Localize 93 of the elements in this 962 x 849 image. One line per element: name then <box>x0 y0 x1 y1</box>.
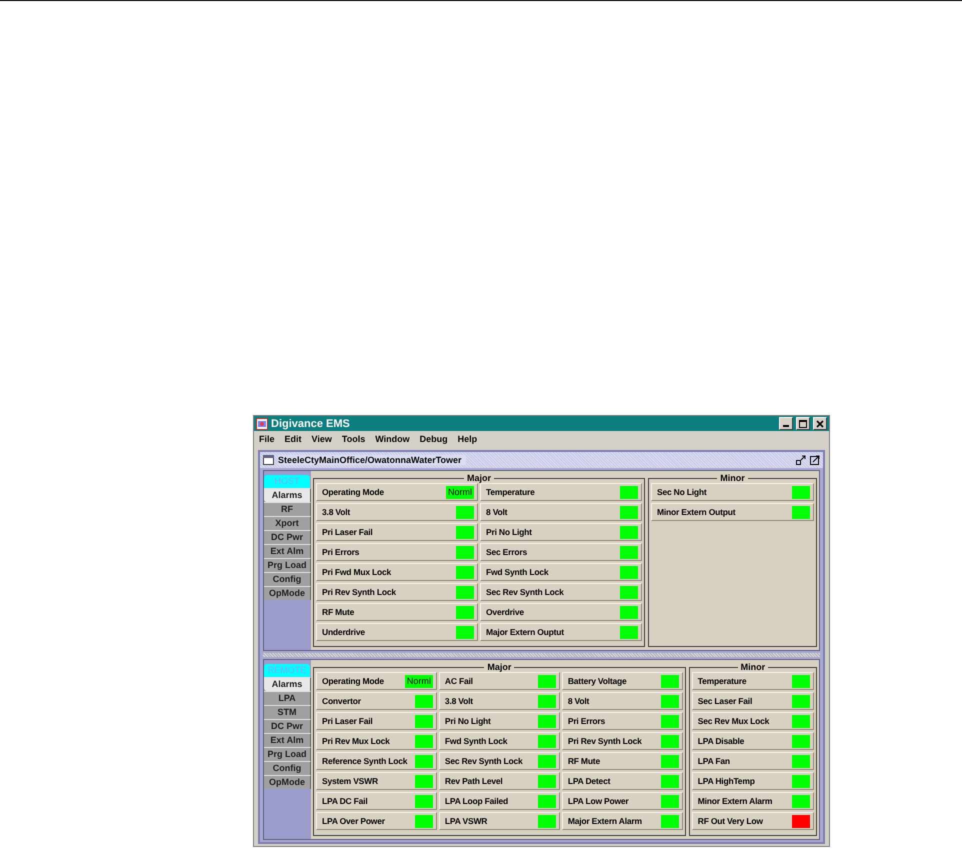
alarm-label: 3.8 Volt <box>322 507 352 517</box>
alarm-label: 3.8 Volt <box>444 696 474 706</box>
side-tab[interactable]: Alarms <box>264 677 311 691</box>
alarm-label: Sec Rev Synth Lock <box>486 587 565 597</box>
frame-icon <box>263 455 274 465</box>
alarm-label: Battery Voltage <box>568 676 628 686</box>
group-title: Minor <box>740 662 766 672</box>
alarm-label: LPA HighTemp <box>698 776 756 786</box>
alarm-label: LPA Detect <box>568 776 612 786</box>
restore-icon[interactable] <box>796 455 806 465</box>
alarm-label: Minor Extern Output <box>657 507 736 517</box>
side-tab[interactable]: OpMode <box>264 775 311 789</box>
alarm-label: 8 Volt <box>486 507 508 517</box>
alarm-label: Pri Rev Synth Lock <box>568 736 643 746</box>
alarm-label: Sec Rev Mux Lock <box>698 716 770 726</box>
alarm-label: Pri Errors <box>568 716 606 726</box>
side-tab[interactable]: Ext Alm <box>264 544 311 558</box>
window-title: Digivance EMS <box>271 418 351 430</box>
minimize-icon <box>783 425 789 427</box>
alarm-label: Pri Laser Fail <box>322 527 374 537</box>
group-title: Major <box>466 473 492 483</box>
alarm-label: Pri Laser Fail <box>322 716 374 726</box>
side-tab[interactable]: Prg Load <box>264 747 311 761</box>
unit-header: HOST <box>264 475 310 488</box>
app-icon <box>256 418 268 430</box>
alarm-label: LPA Disable <box>698 736 746 746</box>
alarm-label: LPA Over Power <box>322 816 386 826</box>
alarm-label: Sec Laser Fail <box>698 696 754 706</box>
alarm-label: Temperature <box>698 676 748 686</box>
side-tab[interactable]: Config <box>264 761 311 775</box>
alarm-label: Major Extern Alarm <box>568 816 643 826</box>
side-tab[interactable]: Alarms <box>264 488 311 502</box>
alarm-label: LPA Low Power <box>568 796 630 806</box>
alarm-label: LPA DC Fail <box>322 796 368 806</box>
alarm-label: Pri No Light <box>486 527 533 537</box>
group-title: Minor <box>719 473 746 483</box>
unit-header: REMOTE <box>264 664 310 677</box>
alarm-label: Sec Errors <box>486 547 528 557</box>
alarm-label: System VSWR <box>322 776 379 786</box>
menu-item[interactable]: Edit <box>284 434 302 444</box>
alarm-label: Reference Synth Lock <box>322 756 408 766</box>
close-button[interactable] <box>813 417 827 430</box>
alarm-label: Rev Path Level <box>444 776 504 786</box>
alarm-label: RF Out Very Low <box>698 816 764 826</box>
alarm-label: RF Mute <box>568 756 601 766</box>
status-indicator: Norml <box>446 486 474 498</box>
alarm-label: 8 Volt <box>568 696 590 706</box>
side-tab[interactable]: Ext Alm <box>264 733 311 747</box>
alarm-label: Major Extern Ouptut <box>486 627 565 637</box>
side-tab[interactable]: Xport <box>264 516 311 530</box>
alarm-label: Fwd Synth Lock <box>444 736 508 746</box>
side-tab[interactable]: Config <box>264 572 311 586</box>
alarm-label: Minor Extern Alarm <box>698 796 774 806</box>
alarm-label: AC Fail <box>444 676 474 686</box>
group-title: Major <box>486 662 512 672</box>
side-tab[interactable]: OpMode <box>264 586 311 600</box>
alarm-label: Operating Mode <box>322 676 385 686</box>
alarm-label: Sec No Light <box>657 487 708 497</box>
alarm-label: LPA Loop Failed <box>444 796 510 806</box>
menu-item[interactable]: File <box>259 434 275 444</box>
alarm-label: Pri Rev Synth Lock <box>322 587 397 597</box>
minimize-button[interactable] <box>779 417 793 430</box>
alarm-label: Temperature <box>486 487 536 497</box>
alarm-label: LPA VSWR <box>444 816 488 826</box>
side-tab[interactable]: LPA <box>264 691 311 705</box>
maximize-icon[interactable] <box>810 455 820 465</box>
menu-item[interactable]: Tools <box>342 434 366 444</box>
alarm-label: Underdrive <box>322 627 366 637</box>
alarm-label: LPA Fan <box>698 756 731 766</box>
alarm-label: Pri Rev Mux Lock <box>322 736 391 746</box>
side-tab[interactable]: DC Pwr <box>264 530 311 544</box>
menu-item[interactable]: View <box>312 434 332 444</box>
alarm-label: Pri Errors <box>322 547 360 557</box>
side-tab[interactable]: RF <box>264 502 311 516</box>
alarm-label: Pri No Light <box>444 716 492 726</box>
menu-item[interactable]: Debug <box>420 434 448 444</box>
alarm-label: Convertor <box>322 696 362 706</box>
alarm-label: Fwd Synth Lock <box>486 567 550 577</box>
maximize-button[interactable] <box>796 417 810 430</box>
alarm-label: Overdrive <box>486 607 525 617</box>
alarm-label: Pri Fwd Mux Lock <box>322 567 392 577</box>
alarm-label: RF Mute <box>322 607 356 617</box>
menu-item[interactable]: Help <box>458 434 478 444</box>
side-tab[interactable]: DC Pwr <box>264 719 311 733</box>
status-indicator: Norml <box>404 674 433 688</box>
alarm-label: Operating Mode <box>322 487 385 497</box>
side-tab[interactable]: Prg Load <box>264 558 311 572</box>
close-icon <box>816 420 824 428</box>
frame-title: SteeleCtyMainOffice/OwatonnaWaterTower <box>278 455 466 465</box>
side-tab[interactable]: STM <box>264 705 311 719</box>
maximize-icon <box>799 420 807 428</box>
alarm-label: Sec Rev Synth Lock <box>444 756 524 766</box>
menu-item[interactable]: Window <box>375 434 410 444</box>
